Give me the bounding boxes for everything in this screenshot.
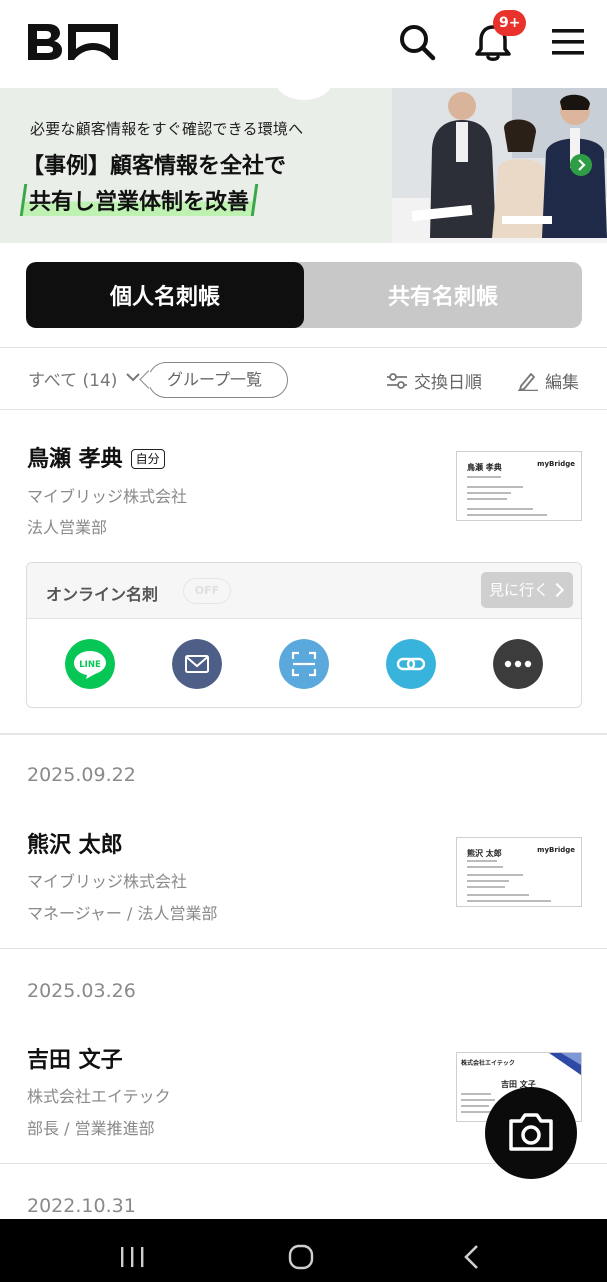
my-card-name-row[interactable]: 鳥瀬 孝典 自分 (27, 441, 165, 473)
section-divider (0, 733, 607, 735)
online-card-toggle[interactable]: OFF (183, 578, 231, 604)
divider (0, 948, 607, 949)
back-icon[interactable] (432, 1219, 512, 1282)
notification-badge: 9+ (493, 10, 527, 36)
hamburger-menu-icon[interactable] (549, 22, 589, 62)
recent-apps-icon[interactable] (92, 1219, 172, 1282)
line-icon-text: LINE (79, 660, 101, 670)
my-card-company: マイブリッジ株式会社 (27, 487, 188, 506)
mail-icon[interactable] (172, 639, 222, 689)
thumbnail-name: 熊沢 太郎 (467, 849, 502, 858)
promo-banner[interactable]: 必要な顧客情報をすぐ確認できる環境へ 【事例】顧客情報を全社で 共有し営業体制を… (0, 88, 607, 243)
view-online-card-button[interactable]: 見に行く (481, 572, 573, 608)
cardbook-tabs: 共有名刺帳 個人名刺帳 (26, 262, 582, 328)
tab-shared-cardbook[interactable]: 共有名刺帳 (304, 262, 582, 328)
system-navigation-bar (0, 1219, 607, 1282)
pencil-icon (518, 372, 538, 391)
camera-icon (509, 1113, 553, 1151)
sort-label: 交換日順 (414, 373, 482, 393)
more-icon[interactable] (493, 639, 543, 689)
banner-next-icon[interactable] (570, 154, 592, 176)
banner-subtitle: 必要な顧客情報をすぐ確認できる環境へ (30, 120, 304, 138)
contact-company: マイブリッジ株式会社 (27, 872, 188, 891)
edit-label: 編集 (545, 373, 579, 393)
contact-role: 部長 / 営業推進部 (27, 1119, 155, 1138)
my-card-name: 鳥瀬 孝典 (27, 447, 123, 472)
contact-name[interactable]: 吉田 文子 (27, 1042, 123, 1074)
app-header: 9+ (0, 0, 607, 88)
thumbnail-company: 株式会社エイテック (461, 1060, 515, 1067)
thumbnail-brand: myBridge (537, 846, 575, 854)
exchange-date: 2025.03.26 (27, 980, 136, 1002)
my-card-department: 法人営業部 (27, 518, 108, 537)
filter-dropdown-label[interactable]: すべて (14) (28, 366, 117, 391)
scan-card-fab[interactable] (485, 1087, 577, 1179)
line-icon[interactable]: LINE (65, 639, 115, 689)
banner-handle (276, 88, 332, 100)
tab-personal-cardbook[interactable]: 個人名刺帳 (26, 262, 304, 328)
exchange-date: 2022.10.31 (27, 1195, 136, 1217)
divider (0, 409, 607, 410)
banner-title-line1: 【事例】顧客情報を全社で (22, 154, 287, 179)
my-card-thumbnail[interactable]: 鳥瀬 孝典 myBridge (456, 451, 582, 521)
online-card-panel: オンライン名刺 OFF 見に行く LINE (26, 562, 582, 708)
banner-title-line2: 共有し営業体制を改善 (29, 190, 250, 215)
search-icon[interactable] (397, 22, 437, 62)
contact-name[interactable]: 熊沢 太郎 (27, 827, 123, 859)
thumbnail-corner-graphic (549, 1053, 581, 1075)
sort-button[interactable]: 交換日順 (386, 368, 482, 393)
contact-company: 株式会社エイテック (27, 1087, 171, 1106)
brand-logo[interactable] (26, 22, 120, 62)
sort-settings-icon (387, 372, 407, 389)
online-card-header: オンライン名刺 OFF 見に行く (27, 563, 581, 619)
exchange-date: 2025.09.22 (27, 764, 136, 786)
group-list-button[interactable]: グループ一覧 (148, 362, 288, 398)
contact-card-thumbnail[interactable]: 熊沢 太郎 myBridge (456, 837, 582, 907)
thumbnail-name: 鳥瀬 孝典 (467, 463, 502, 472)
contact-role: マネージャー / 法人営業部 (27, 904, 218, 923)
home-icon[interactable] (261, 1219, 341, 1282)
thumbnail-brand: myBridge (537, 460, 575, 468)
link-icon[interactable] (386, 639, 436, 689)
self-badge: 自分 (130, 449, 165, 469)
online-card-title: オンライン名刺 (46, 585, 159, 604)
chevron-down-icon[interactable] (125, 371, 141, 383)
banner-title-line2-wrap: 共有し営業体制を改善 (19, 184, 259, 216)
edit-button[interactable]: 編集 (517, 368, 579, 393)
scan-icon[interactable] (279, 639, 329, 689)
divider (0, 347, 607, 348)
